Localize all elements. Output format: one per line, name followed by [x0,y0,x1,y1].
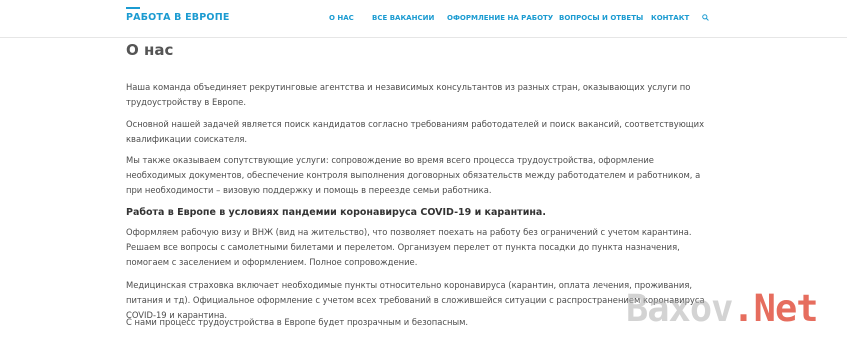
goal-paragraph: Основной нашей задачей является поиск ка… [126,119,705,144]
logo-accent-bar [126,7,140,9]
watermark-dot: . [732,287,754,330]
nav-item-about[interactable]: О НАС [329,14,354,22]
search-icon[interactable] [702,14,709,21]
intro-paragraph: Наша команда объединяет рекрутинговые аг… [126,82,691,107]
page-title: О нас [126,41,174,59]
watermark-text: Baxov [626,287,733,330]
covid-subheading: Работа в Европе в условиях пандемии коро… [126,207,546,218]
nav-item-employment[interactable]: ОФОРМЛЕНИЕ НА РАБОТУ [447,14,553,22]
nav-item-vacancies[interactable]: ВСЕ ВАКАНСИИ [372,14,434,22]
watermark-logo: Baxov.Net [626,287,818,330]
services-paragraph: Мы также оказываем сопутствующие услуги:… [126,155,701,195]
site-header: РАБОТА В ЕВРОПЕ О НАС ВСЕ ВАКАНСИИ ОФОРМ… [0,0,847,38]
nav-item-contact[interactable]: КОНТАКТ [651,14,689,22]
visa-paragraph: Оформляем рабочую визу и ВНЖ (вид на жит… [126,227,692,267]
site-logo[interactable]: РАБОТА В ЕВРОПЕ [126,12,230,23]
nav-item-faq[interactable]: ВОПРОСЫ И ОТВЕТЫ [559,14,643,22]
watermark-net: Net [753,287,819,330]
